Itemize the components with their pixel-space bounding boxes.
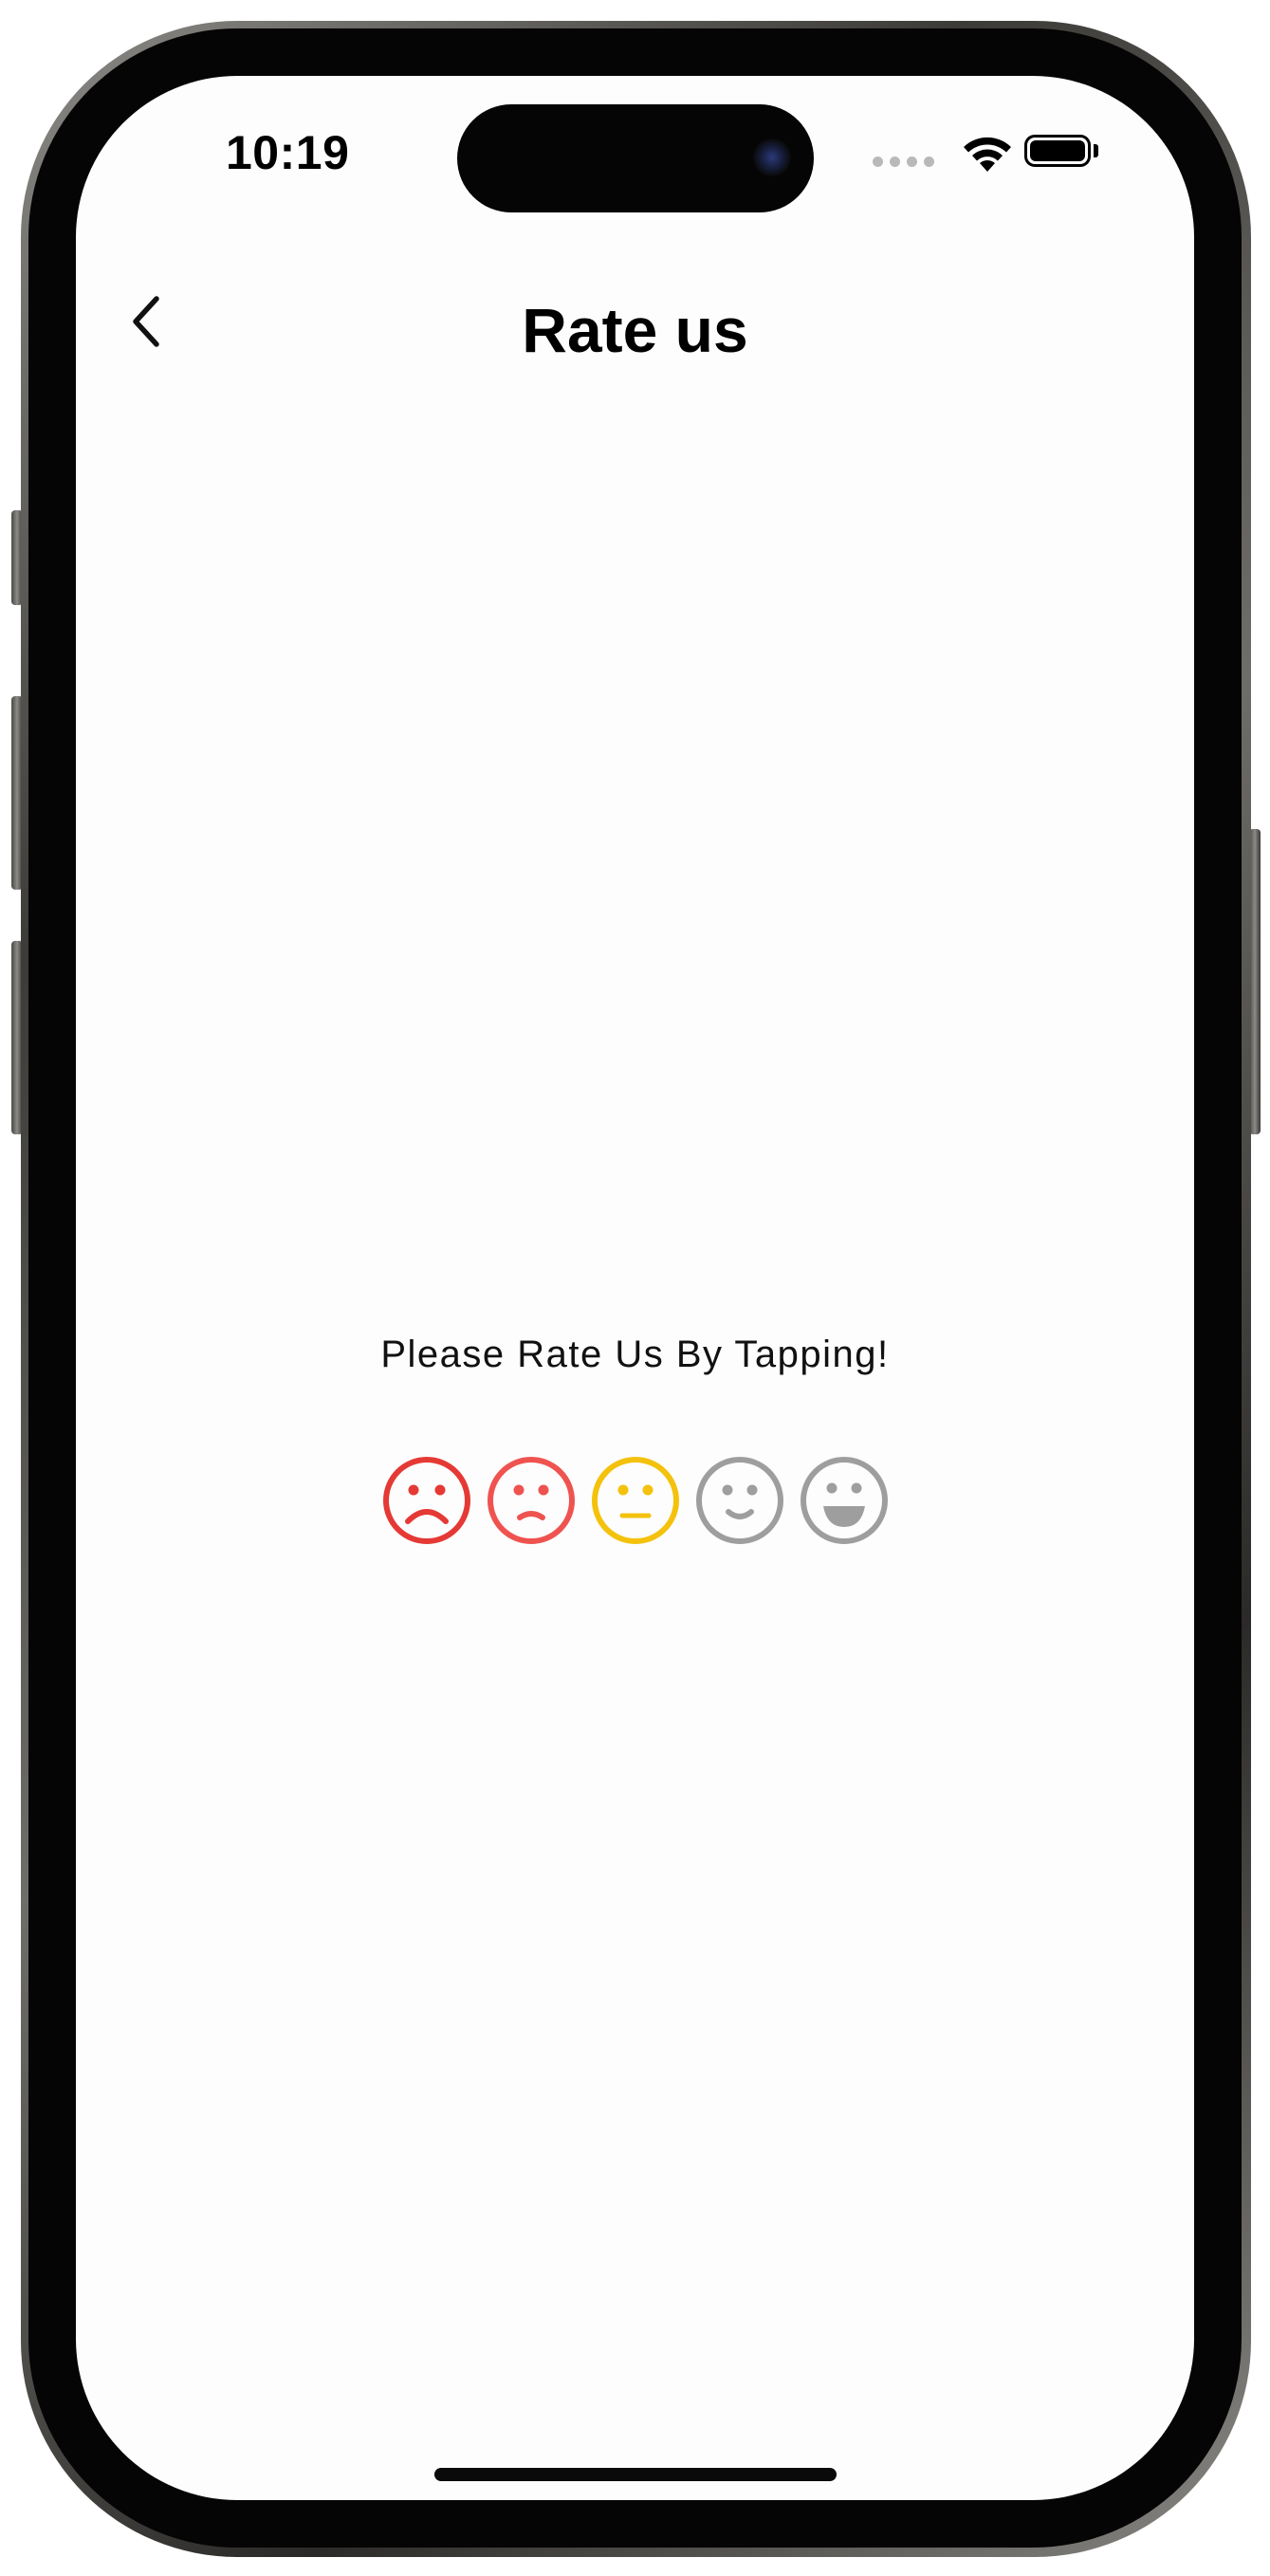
rating-faces: [76, 1455, 1194, 1546]
very-sad-face-icon[interactable]: [381, 1455, 472, 1546]
sad-face-icon[interactable]: [486, 1455, 577, 1546]
wifi-icon: [964, 137, 1011, 172]
very-happy-face-icon[interactable]: [799, 1455, 890, 1546]
status-icons: [873, 131, 1014, 178]
happy-face-icon[interactable]: [694, 1455, 785, 1546]
page-title: Rate us: [522, 295, 748, 365]
battery-cap: [1094, 144, 1098, 157]
app-screen: 10:19 Rate us Please Rate Us By Tapping!: [76, 76, 1194, 2500]
signal-dots-icon: [873, 156, 934, 167]
rating-prompt: Please Rate Us By Tapping!: [380, 1334, 890, 1375]
dynamic-island: [457, 104, 814, 212]
neutral-face-icon[interactable]: [590, 1455, 681, 1546]
battery-icon: [1024, 135, 1091, 167]
status-time: 10:19: [226, 126, 350, 179]
navigation-bar: Rate us: [76, 266, 1194, 379]
home-indicator[interactable]: [434, 2468, 837, 2481]
phone-device: 10:19 Rate us Please Rate Us By Tapping!: [0, 0, 1270, 2576]
camera-lens-icon: [753, 138, 791, 176]
